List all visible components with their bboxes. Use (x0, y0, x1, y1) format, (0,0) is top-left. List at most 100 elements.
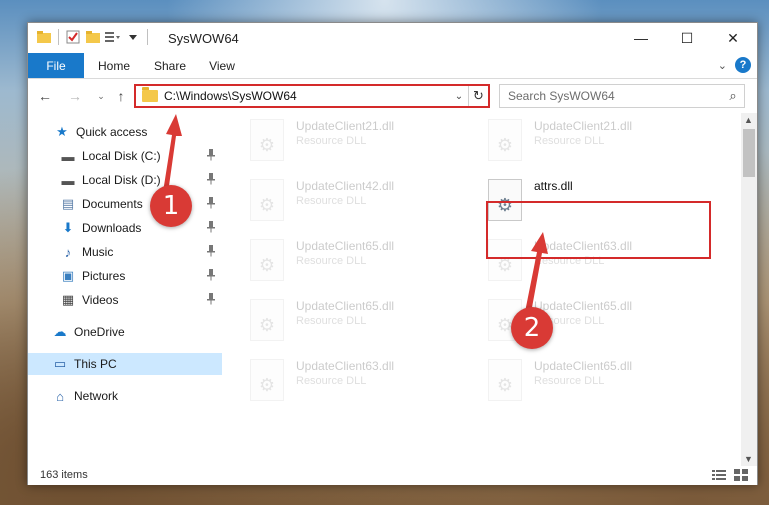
expand-ribbon-icon[interactable]: ⌄ (718, 59, 727, 72)
address-path[interactable]: C:\Windows\SysWOW64 (164, 89, 450, 103)
sidebar-item-music[interactable]: ♪ Music (28, 241, 222, 263)
gears-icon: ⚙ (496, 135, 514, 155)
pin-icon (206, 149, 216, 164)
search-box[interactable]: Search SysWOW64 ⌕ (499, 84, 745, 108)
details-view-icon[interactable] (711, 468, 727, 482)
file-name: UpdateClient65.dll (534, 359, 633, 373)
gears-icon: ⚙ (258, 255, 276, 275)
network-icon: ⌂ (56, 388, 64, 404)
title-bar: SysWOW64 — ☐ ✕ (28, 23, 757, 53)
list-item[interactable]: ⚙ UpdateClient65.dll Resource DLL (462, 353, 692, 411)
gears-icon: ⚙ (258, 135, 276, 155)
dll-file-icon: ⚙ (488, 359, 522, 401)
file-name: attrs.dll (534, 179, 573, 193)
star-icon: ★ (56, 124, 68, 139)
up-button[interactable]: ↑ (112, 87, 130, 105)
list-item[interactable]: ⚙ UpdateClient21.dll Resource DLL (224, 113, 454, 171)
file-type: Resource DLL (534, 375, 605, 387)
large-icons-view-icon[interactable] (733, 468, 749, 482)
pin-icon (206, 293, 216, 308)
scrollbar-thumb[interactable] (743, 129, 755, 177)
chevron-down-icon[interactable] (125, 29, 141, 45)
toolbar-divider (147, 29, 148, 45)
sidebar-item-network[interactable]: ⌂ Network (28, 385, 222, 407)
dll-file-icon: ⚙ (250, 239, 284, 281)
list-item[interactable]: ⚙ UpdateClient21.dll Resource DLL (462, 113, 692, 171)
sidebar-item-local-disk-d[interactable]: ▬ Local Disk (D:) (28, 169, 222, 191)
new-folder-icon[interactable] (85, 29, 101, 45)
sidebar-item-downloads[interactable]: ⬇ Downloads (28, 217, 222, 239)
back-button[interactable]: ← (36, 87, 54, 105)
pin-icon (206, 221, 216, 236)
pin-icon (206, 269, 216, 284)
step-badge-1: 1 (150, 185, 192, 227)
sidebar-item-pictures[interactable]: ▣ Pictures (28, 265, 222, 287)
sidebar-item-local-disk-c[interactable]: ▬ Local Disk (C:) (28, 145, 222, 167)
sidebar-item-documents[interactable]: ▤ Documents (28, 193, 222, 215)
search-input[interactable]: Search SysWOW64 (500, 89, 722, 103)
sidebar-item-label: Documents (82, 197, 143, 211)
pictures-icon: ▣ (61, 268, 75, 283)
file-type: Resource DLL (296, 315, 367, 327)
customize-toolbar-icon[interactable] (105, 29, 121, 45)
file-type: Resource DLL (296, 375, 367, 387)
attrs-dll-highlight (486, 201, 711, 259)
forward-button[interactable]: → (66, 87, 84, 105)
sidebar-item-label: Music (82, 245, 114, 259)
maximize-button[interactable]: ☐ (664, 23, 710, 53)
sidebar-item-quick-access[interactable]: ★ Quick access (28, 121, 222, 143)
scroll-down-icon[interactable]: ▼ (744, 454, 753, 464)
list-item[interactable]: ⚙ UpdateClient65.dll Resource DLL (462, 293, 692, 351)
sidebar-item-label: Quick access (76, 125, 148, 139)
gears-icon: ⚙ (258, 375, 276, 395)
list-item[interactable]: ⚙ UpdateClient42.dll Resource DLL (224, 173, 454, 231)
address-bar[interactable]: C:\Windows\SysWOW64 ⌄ ↻ (134, 84, 490, 108)
sidebar-item-videos[interactable]: ▦ Videos (28, 289, 222, 311)
quick-access-toolbar (36, 29, 150, 45)
pin-icon (206, 197, 216, 212)
tab-view[interactable]: View (198, 53, 246, 78)
file-explorer-window: SysWOW64 — ☐ ✕ File Home Share View ⌄ ? … (27, 22, 758, 485)
drive-icon: ▬ (61, 172, 75, 188)
properties-icon[interactable] (65, 29, 81, 45)
tab-share[interactable]: Share (144, 53, 196, 78)
list-item[interactable]: ⚙ UpdateClient65.dll Resource DLL (224, 233, 454, 291)
drive-icon: ▬ (61, 148, 75, 164)
tab-home[interactable]: Home (86, 53, 142, 78)
sidebar-item-label: Downloads (82, 221, 142, 235)
file-name: UpdateClient65.dll (296, 299, 395, 313)
file-name: UpdateClient42.dll (296, 179, 395, 193)
file-name: UpdateClient21.dll (534, 119, 633, 133)
ribbon-controls: ⌄ ? (718, 57, 751, 73)
scroll-up-icon[interactable]: ▲ (744, 115, 753, 125)
window-title: SysWOW64 (168, 31, 239, 46)
sidebar-item-label: Pictures (82, 269, 126, 283)
file-type: Resource DLL (296, 255, 367, 267)
file-type: Resource DLL (296, 195, 367, 207)
dll-file-icon: ⚙ (250, 179, 284, 221)
sidebar-item-label: Local Disk (C:) (82, 149, 161, 163)
download-icon: ⬇ (62, 220, 74, 235)
list-item[interactable]: ⚙ UpdateClient65.dll Resource DLL (224, 293, 454, 351)
tab-file[interactable]: File (28, 53, 84, 78)
vertical-scrollbar[interactable]: ▲ ▼ (741, 113, 757, 466)
search-icon[interactable]: ⌕ (722, 88, 744, 104)
list-item[interactable]: ⚙ UpdateClient63.dll Resource DLL (224, 353, 454, 411)
computer-icon: ▭ (53, 356, 67, 371)
sidebar-item-label: Local Disk (D:) (82, 173, 161, 187)
close-button[interactable]: ✕ (710, 23, 756, 53)
folder-icon (142, 87, 158, 102)
dll-file-icon: ⚙ (250, 299, 284, 341)
address-dropdown-button[interactable]: ⌄ (450, 91, 468, 102)
file-name: UpdateClient65.dll (534, 299, 633, 313)
status-bar: 163 items (28, 466, 757, 485)
folder-icon[interactable] (36, 29, 52, 45)
help-icon[interactable]: ? (735, 57, 751, 73)
sidebar-item-this-pc[interactable]: ▭ This PC (28, 353, 222, 375)
item-count: 163 items (40, 469, 88, 481)
recent-locations-button[interactable]: ⌄ (92, 87, 110, 105)
sidebar-item-label: OneDrive (74, 325, 125, 339)
minimize-button[interactable]: — (618, 23, 664, 53)
sidebar-item-onedrive[interactable]: ☁ OneDrive (28, 321, 222, 343)
refresh-button[interactable]: ↻ (468, 86, 488, 106)
